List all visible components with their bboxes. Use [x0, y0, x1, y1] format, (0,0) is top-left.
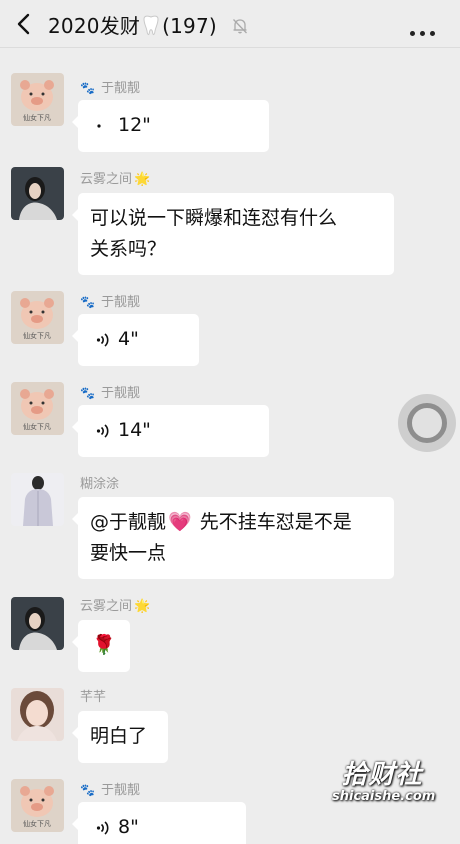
- mention[interactable]: @于靓靓: [90, 511, 166, 533]
- man-photo-avatar[interactable]: [11, 473, 64, 526]
- text-message-bubble[interactable]: 可以说一下瞬爆和连怼有什么 关系吗？: [72, 193, 394, 275]
- mute-bell-icon: [233, 18, 248, 33]
- avatar-caption: 仙女下凡: [23, 422, 51, 431]
- voice-message-bubble[interactable]: 4": [72, 314, 199, 366]
- pig-avatar[interactable]: 仙女下凡: [11, 382, 64, 435]
- rose-emoji-icon: 🌹: [92, 634, 116, 656]
- watermark-main: 拾财社: [341, 760, 423, 790]
- group-name: 2020发财: [48, 13, 141, 38]
- sender-name: 🐾 于靓靓: [80, 295, 140, 310]
- sender-name: 芊芊: [80, 690, 107, 705]
- voice-wave-icon: [96, 423, 109, 438]
- man-photo-avatar-image: [11, 473, 64, 526]
- pig-avatar[interactable]: 仙女下凡: [11, 779, 64, 832]
- sender-name: 🐾 于靓靓: [80, 783, 140, 798]
- paw-icon: 🐾: [80, 783, 95, 797]
- floating-assistive-button[interactable]: [398, 394, 456, 452]
- paw-icon: 🐾: [80, 386, 95, 400]
- pig-avatar[interactable]: 仙女下凡: [11, 291, 64, 344]
- more-options-icon[interactable]: [410, 21, 438, 36]
- pig-avatar-image: 仙女下凡: [11, 291, 64, 344]
- pig-avatar-image: 仙女下凡: [11, 382, 64, 435]
- pig-avatar-image: 仙女下凡: [11, 779, 64, 832]
- member-count: (197): [162, 13, 217, 38]
- voice-duration: 12": [118, 114, 151, 136]
- pig-avatar[interactable]: 仙女下凡: [11, 73, 64, 126]
- girl-photo-avatar-image: [11, 167, 64, 220]
- paw-icon: 🐾: [80, 81, 95, 95]
- message-line: @于靓靓 💗 先不挂车怼是不是: [90, 511, 352, 533]
- voice-wave-icon: [97, 123, 101, 128]
- girl-photo-avatar-image: [11, 597, 64, 650]
- girl-photo-avatar[interactable]: [11, 597, 64, 650]
- message-line: 明白了: [90, 725, 148, 747]
- message-line: 关系吗？: [90, 238, 167, 260]
- site-watermark: 拾财社 shicaishe.com: [332, 760, 436, 804]
- voice-message-bubble[interactable]: 14": [72, 405, 269, 457]
- voice-wave-icon: [96, 332, 109, 347]
- emoji-message-bubble[interactable]: 🌹: [72, 620, 130, 672]
- star-emoji-icon: 🌟: [134, 599, 151, 614]
- avatar-caption: 仙女下凡: [23, 113, 51, 122]
- sender-name: 云雾之间 🌟: [80, 599, 151, 614]
- woman-photo-avatar-image: [11, 688, 64, 741]
- girl-photo-avatar[interactable]: [11, 167, 64, 220]
- message-line: 要快一点: [90, 542, 167, 564]
- star-emoji-icon: 🌟: [134, 172, 151, 187]
- sender-name: 🐾 于靓靓: [80, 81, 140, 96]
- message-list[interactable]: 仙女下凡 🐾于靓靓 12" 云雾之间🌟 可以说一下瞬爆和连怼有什么 关系吗？: [0, 48, 460, 844]
- voice-message-bubble[interactable]: 12": [72, 100, 269, 152]
- pink-heart-emoji-icon: 💗: [168, 511, 192, 533]
- chat-title: 2020发财 (197): [48, 10, 249, 40]
- sender-name: 🐾 于靓靓: [80, 386, 140, 401]
- sender-name: 云雾之间 🌟: [80, 172, 151, 187]
- voice-duration: 14": [118, 419, 151, 441]
- pig-avatar-image: 仙女下凡: [11, 73, 64, 126]
- sender-name: 糊涂涂: [80, 477, 120, 492]
- text-message-bubble[interactable]: 明白了: [72, 711, 168, 763]
- chat-header: 2020发财 (197): [0, 0, 460, 48]
- voice-wave-icon: [96, 820, 109, 835]
- avatar-caption: 仙女下凡: [23, 331, 51, 340]
- paw-icon: 🐾: [80, 295, 95, 309]
- watermark-sub: shicaishe.com: [332, 789, 436, 804]
- avatar-caption: 仙女下凡: [23, 819, 51, 828]
- voice-message-bubble[interactable]: 8": [72, 802, 246, 844]
- text-message-bubble[interactable]: @于靓靓 💗 先不挂车怼是不是 要快一点: [72, 497, 394, 579]
- voice-duration: 4": [118, 328, 139, 350]
- back-arrow-icon[interactable]: [12, 10, 36, 38]
- tooth-emoji-icon: [143, 15, 159, 35]
- message-line: 可以说一下瞬爆和连怼有什么: [90, 207, 338, 229]
- woman-photo-avatar[interactable]: [11, 688, 64, 741]
- voice-duration: 8": [118, 816, 139, 838]
